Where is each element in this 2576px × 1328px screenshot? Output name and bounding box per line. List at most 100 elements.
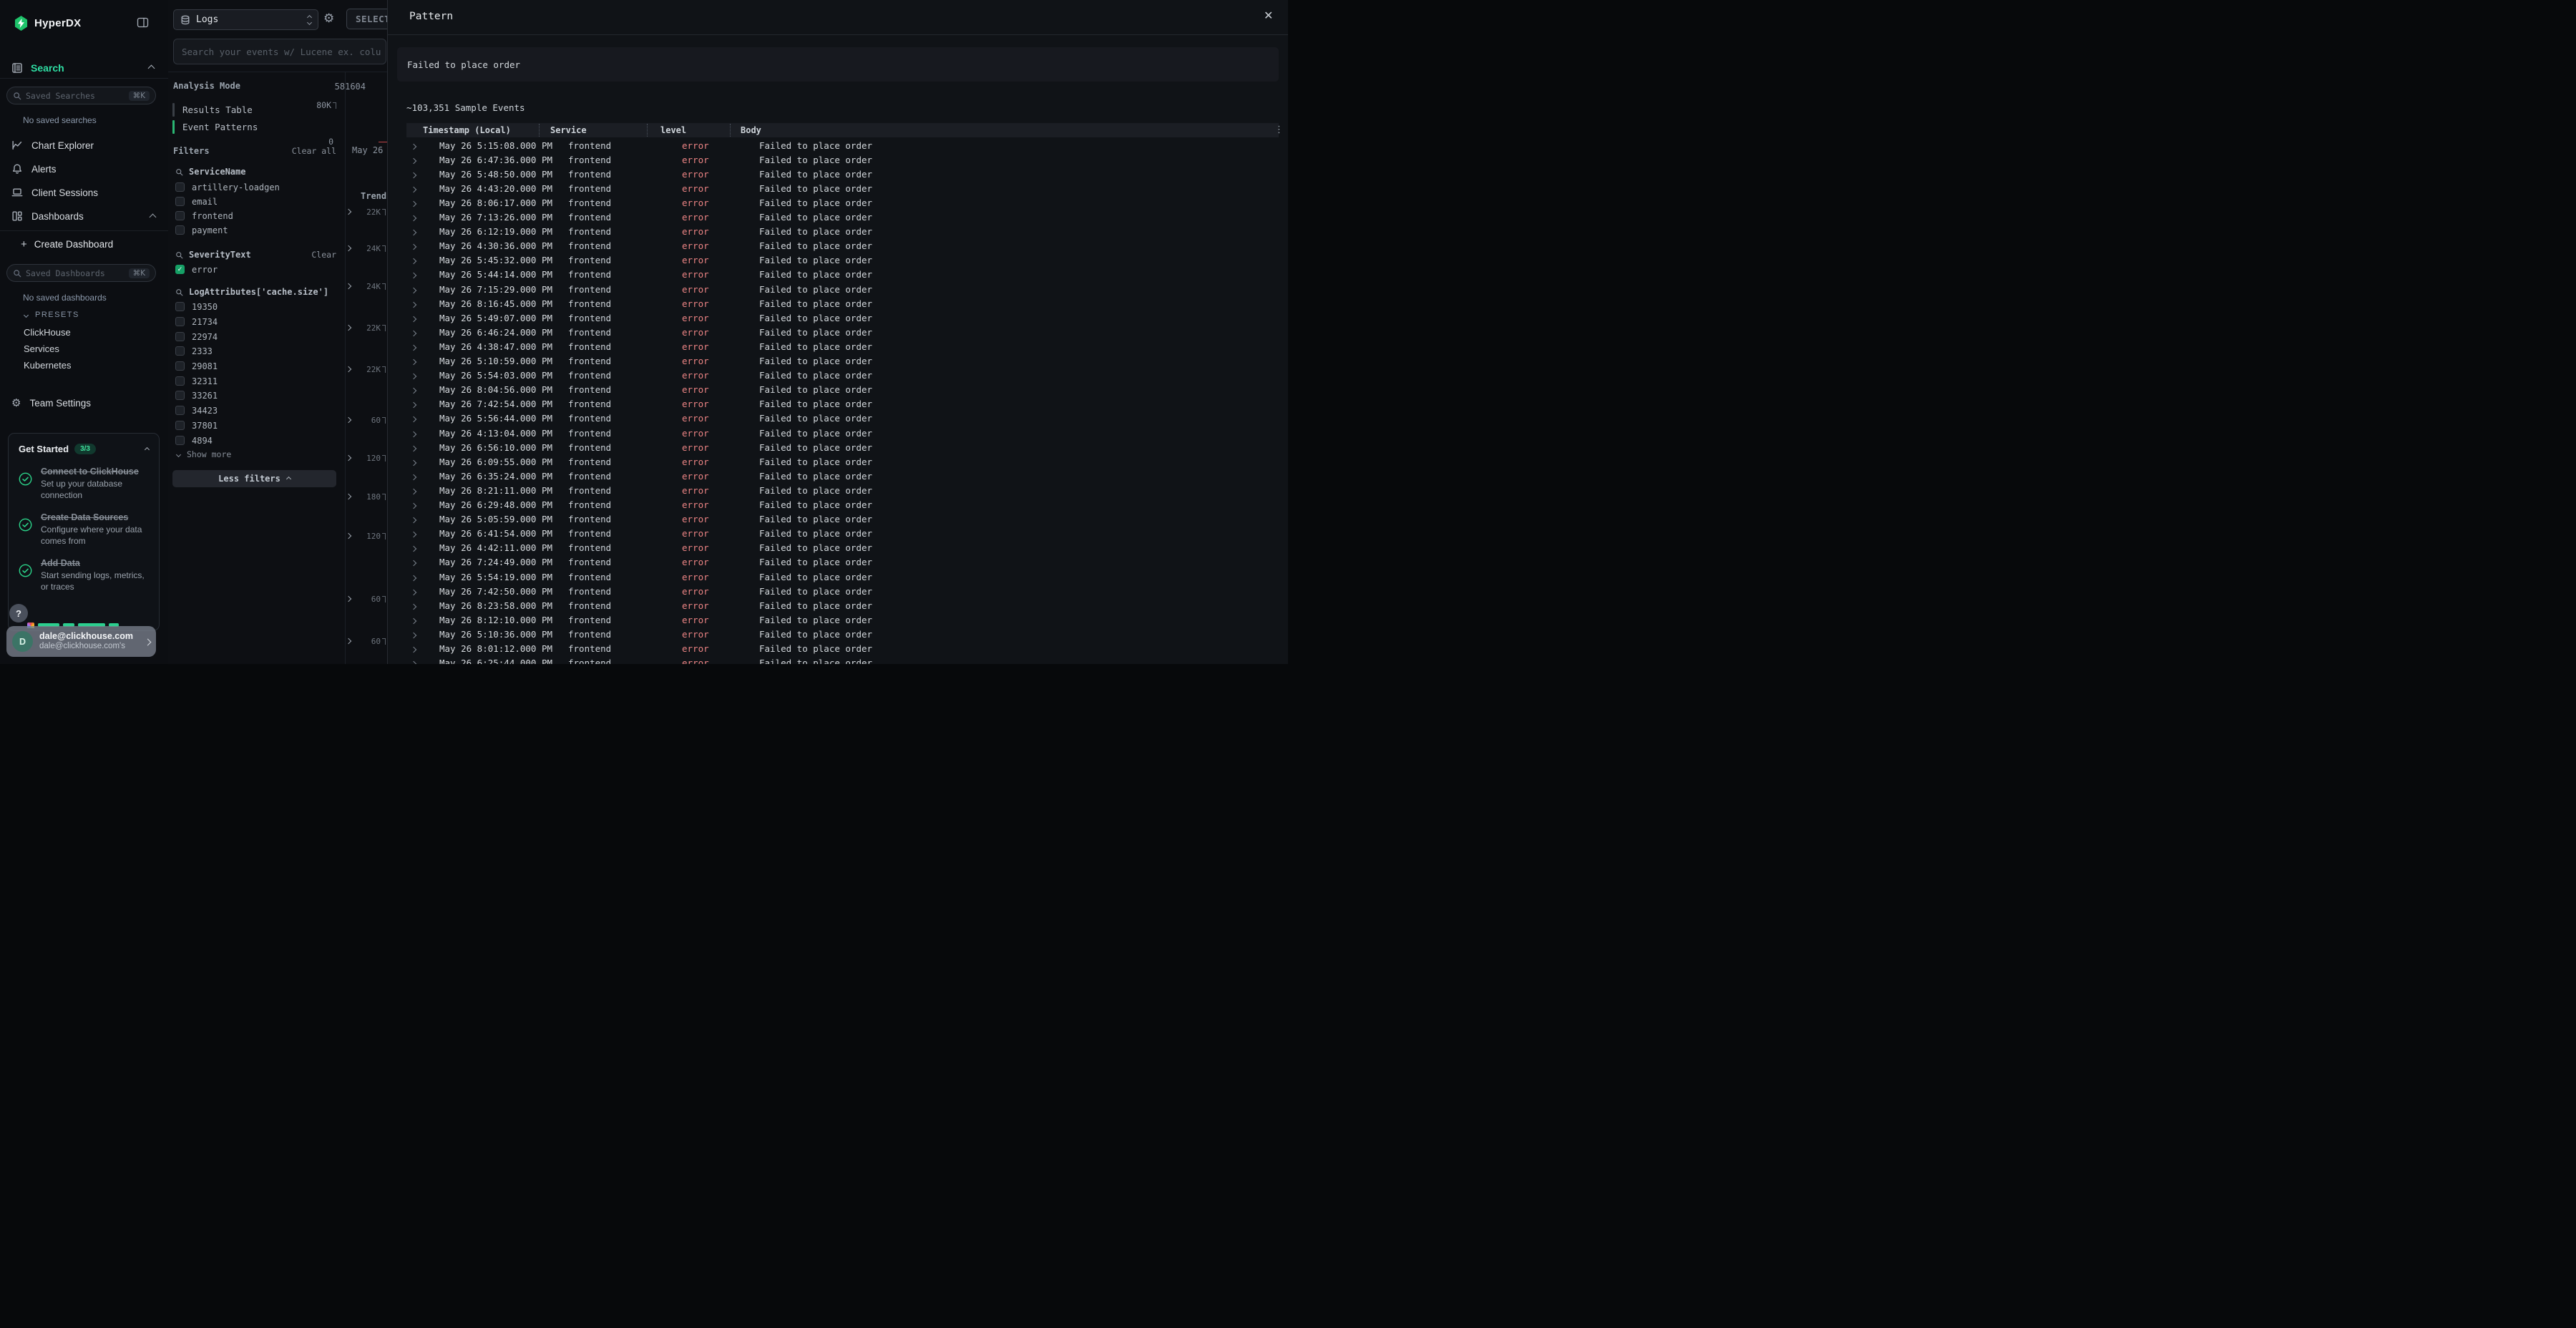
expand-chevron-icon[interactable] bbox=[411, 557, 416, 567]
expand-chevron-icon[interactable] bbox=[411, 586, 416, 597]
expand-chevron-icon[interactable] bbox=[411, 269, 416, 280]
table-row[interactable]: May 26 8:04:56.000 PMfrontenderrorFailed… bbox=[406, 383, 1279, 397]
table-row[interactable]: May 26 7:42:50.000 PMfrontenderrorFailed… bbox=[406, 584, 1279, 598]
col-body[interactable]: Body bbox=[741, 125, 761, 135]
filter-option[interactable]: email bbox=[175, 195, 340, 208]
filter-option[interactable]: 32311 bbox=[175, 375, 340, 387]
table-row[interactable]: May 26 4:13:04.000 PMfrontenderrorFailed… bbox=[406, 426, 1279, 440]
search-icon[interactable] bbox=[175, 251, 183, 259]
expand-chevron-icon[interactable] bbox=[411, 413, 416, 424]
mode-results-table[interactable]: Results Table bbox=[172, 102, 316, 117]
expand-chevron-icon[interactable] bbox=[411, 629, 416, 640]
expand-chevron-icon[interactable] bbox=[411, 155, 416, 165]
filter-option[interactable]: 4894 bbox=[175, 434, 340, 446]
expand-chevron-icon[interactable] bbox=[411, 399, 416, 409]
clear-all-link[interactable]: Clear all bbox=[292, 146, 336, 156]
expand-chevron-icon[interactable] bbox=[411, 212, 416, 223]
trend-row[interactable]: 60 bbox=[346, 414, 386, 426]
filter-option[interactable]: frontend bbox=[175, 210, 340, 222]
filter-option[interactable]: 37801 bbox=[175, 419, 340, 431]
clear-severity-link[interactable]: Clear bbox=[311, 250, 336, 260]
checkbox[interactable] bbox=[175, 436, 185, 445]
presets-toggle[interactable]: PRESETS bbox=[24, 311, 79, 319]
chevron-up-icon[interactable] bbox=[145, 442, 149, 455]
table-row[interactable]: May 26 4:42:11.000 PMfrontenderrorFailed… bbox=[406, 541, 1279, 555]
table-row[interactable]: May 26 7:15:29.000 PMfrontenderrorFailed… bbox=[406, 282, 1279, 296]
expand-chevron-icon[interactable] bbox=[411, 384, 416, 395]
table-row[interactable]: May 26 5:48:50.000 PMfrontenderrorFailed… bbox=[406, 167, 1279, 181]
checkbox[interactable] bbox=[175, 361, 185, 371]
checkbox[interactable]: ✓ bbox=[175, 265, 185, 274]
col-service[interactable]: Service bbox=[550, 125, 587, 135]
trend-row[interactable]: 60 bbox=[346, 635, 386, 647]
table-row[interactable]: May 26 5:05:59.000 PMfrontenderrorFailed… bbox=[406, 512, 1279, 527]
table-row[interactable]: May 26 4:30:36.000 PMfrontenderrorFailed… bbox=[406, 239, 1279, 253]
filter-option[interactable]: ✓error bbox=[175, 263, 340, 275]
col-level[interactable]: level bbox=[660, 125, 686, 135]
chevron-right-icon[interactable] bbox=[346, 283, 351, 289]
checkbox[interactable] bbox=[175, 346, 185, 356]
show-more-link[interactable]: Show more bbox=[177, 449, 231, 459]
table-row[interactable]: May 26 8:16:45.000 PMfrontenderrorFailed… bbox=[406, 296, 1279, 311]
table-row[interactable]: May 26 5:44:14.000 PMfrontenderrorFailed… bbox=[406, 268, 1279, 282]
expand-chevron-icon[interactable] bbox=[411, 240, 416, 251]
table-row[interactable]: May 26 6:56:10.000 PMfrontenderrorFailed… bbox=[406, 440, 1279, 454]
less-filters-button[interactable]: Less filters bbox=[172, 470, 336, 487]
table-row[interactable]: May 26 4:43:20.000 PMfrontenderrorFailed… bbox=[406, 181, 1279, 195]
sidebar-preset-item[interactable]: ClickHouse bbox=[0, 324, 168, 341]
table-row[interactable]: May 26 6:25:44.000 PMfrontenderrorFailed… bbox=[406, 656, 1279, 664]
sidebar-item-dashboards[interactable]: Dashboards bbox=[0, 207, 168, 225]
expand-chevron-icon[interactable] bbox=[411, 615, 416, 625]
filter-option[interactable]: 33261 bbox=[175, 389, 340, 401]
sidebar-item-team-settings[interactable]: ⚙ Team Settings bbox=[0, 394, 168, 412]
checkbox[interactable] bbox=[175, 332, 185, 341]
mode-event-patterns[interactable]: Event Patterns bbox=[172, 119, 316, 135]
chevron-right-icon[interactable] bbox=[346, 638, 351, 644]
create-dashboard-button[interactable]: + Create Dashboard bbox=[21, 238, 113, 250]
table-row[interactable]: May 26 5:10:36.000 PMfrontenderrorFailed… bbox=[406, 627, 1279, 641]
expand-chevron-icon[interactable] bbox=[411, 169, 416, 180]
filter-option[interactable]: 22974 bbox=[175, 331, 340, 343]
event-search-input[interactable]: Search your events w/ Lucene ex. colu bbox=[173, 39, 386, 64]
expand-chevron-icon[interactable] bbox=[411, 442, 416, 453]
table-row[interactable]: May 26 7:42:54.000 PMfrontenderrorFailed… bbox=[406, 397, 1279, 411]
expand-chevron-icon[interactable] bbox=[411, 572, 416, 582]
source-settings-gear-icon[interactable]: ⚙ bbox=[323, 13, 334, 25]
checkbox[interactable] bbox=[175, 225, 185, 235]
table-row[interactable]: May 26 8:12:10.000 PMfrontenderrorFailed… bbox=[406, 612, 1279, 627]
checkbox[interactable] bbox=[175, 197, 185, 206]
checkbox[interactable] bbox=[175, 182, 185, 192]
sidebar-preset-item[interactable]: Kubernetes bbox=[0, 357, 168, 374]
expand-chevron-icon[interactable] bbox=[411, 499, 416, 510]
expand-chevron-icon[interactable] bbox=[411, 140, 416, 151]
expand-chevron-icon[interactable] bbox=[411, 313, 416, 323]
chevron-right-icon[interactable] bbox=[346, 596, 351, 602]
expand-chevron-icon[interactable] bbox=[411, 356, 416, 366]
table-row[interactable]: May 26 7:24:49.000 PMfrontenderrorFailed… bbox=[406, 555, 1279, 570]
sidebar-item-search[interactable]: Search bbox=[0, 57, 168, 79]
expand-chevron-icon[interactable] bbox=[411, 542, 416, 553]
chevron-right-icon[interactable] bbox=[346, 366, 351, 372]
expand-chevron-icon[interactable] bbox=[411, 255, 416, 265]
table-row[interactable]: May 26 5:15:08.000 PMfrontenderrorFailed… bbox=[406, 138, 1279, 152]
table-row[interactable]: May 26 5:45:32.000 PMfrontenderrorFailed… bbox=[406, 253, 1279, 268]
sidebar-item-alerts[interactable]: Alerts bbox=[0, 160, 168, 178]
table-row[interactable]: May 26 7:13:26.000 PMfrontenderrorFailed… bbox=[406, 210, 1279, 225]
expand-chevron-icon[interactable] bbox=[411, 370, 416, 381]
filter-option[interactable]: payment bbox=[175, 224, 340, 236]
expand-chevron-icon[interactable] bbox=[411, 226, 416, 237]
trend-row[interactable]: 24K bbox=[346, 243, 386, 254]
checkbox[interactable] bbox=[175, 421, 185, 430]
checkbox[interactable] bbox=[175, 302, 185, 311]
get-started-step[interactable]: Create Data Sources Configure where your… bbox=[19, 511, 149, 547]
get-started-step[interactable]: Connect to ClickHouse Set up your databa… bbox=[19, 465, 149, 501]
table-row[interactable]: May 26 6:46:24.000 PMfrontenderrorFailed… bbox=[406, 325, 1279, 339]
trend-row[interactable]: 60 bbox=[346, 593, 386, 605]
chevron-right-icon[interactable] bbox=[346, 455, 351, 461]
trend-row[interactable]: 22K bbox=[346, 206, 386, 218]
col-timestamp[interactable]: Timestamp (Local) bbox=[423, 125, 511, 135]
expand-chevron-icon[interactable] bbox=[411, 485, 416, 496]
sidebar-preset-item[interactable]: Services bbox=[0, 341, 168, 357]
expand-chevron-icon[interactable] bbox=[411, 327, 416, 338]
filter-option[interactable]: 19350 bbox=[175, 301, 340, 313]
